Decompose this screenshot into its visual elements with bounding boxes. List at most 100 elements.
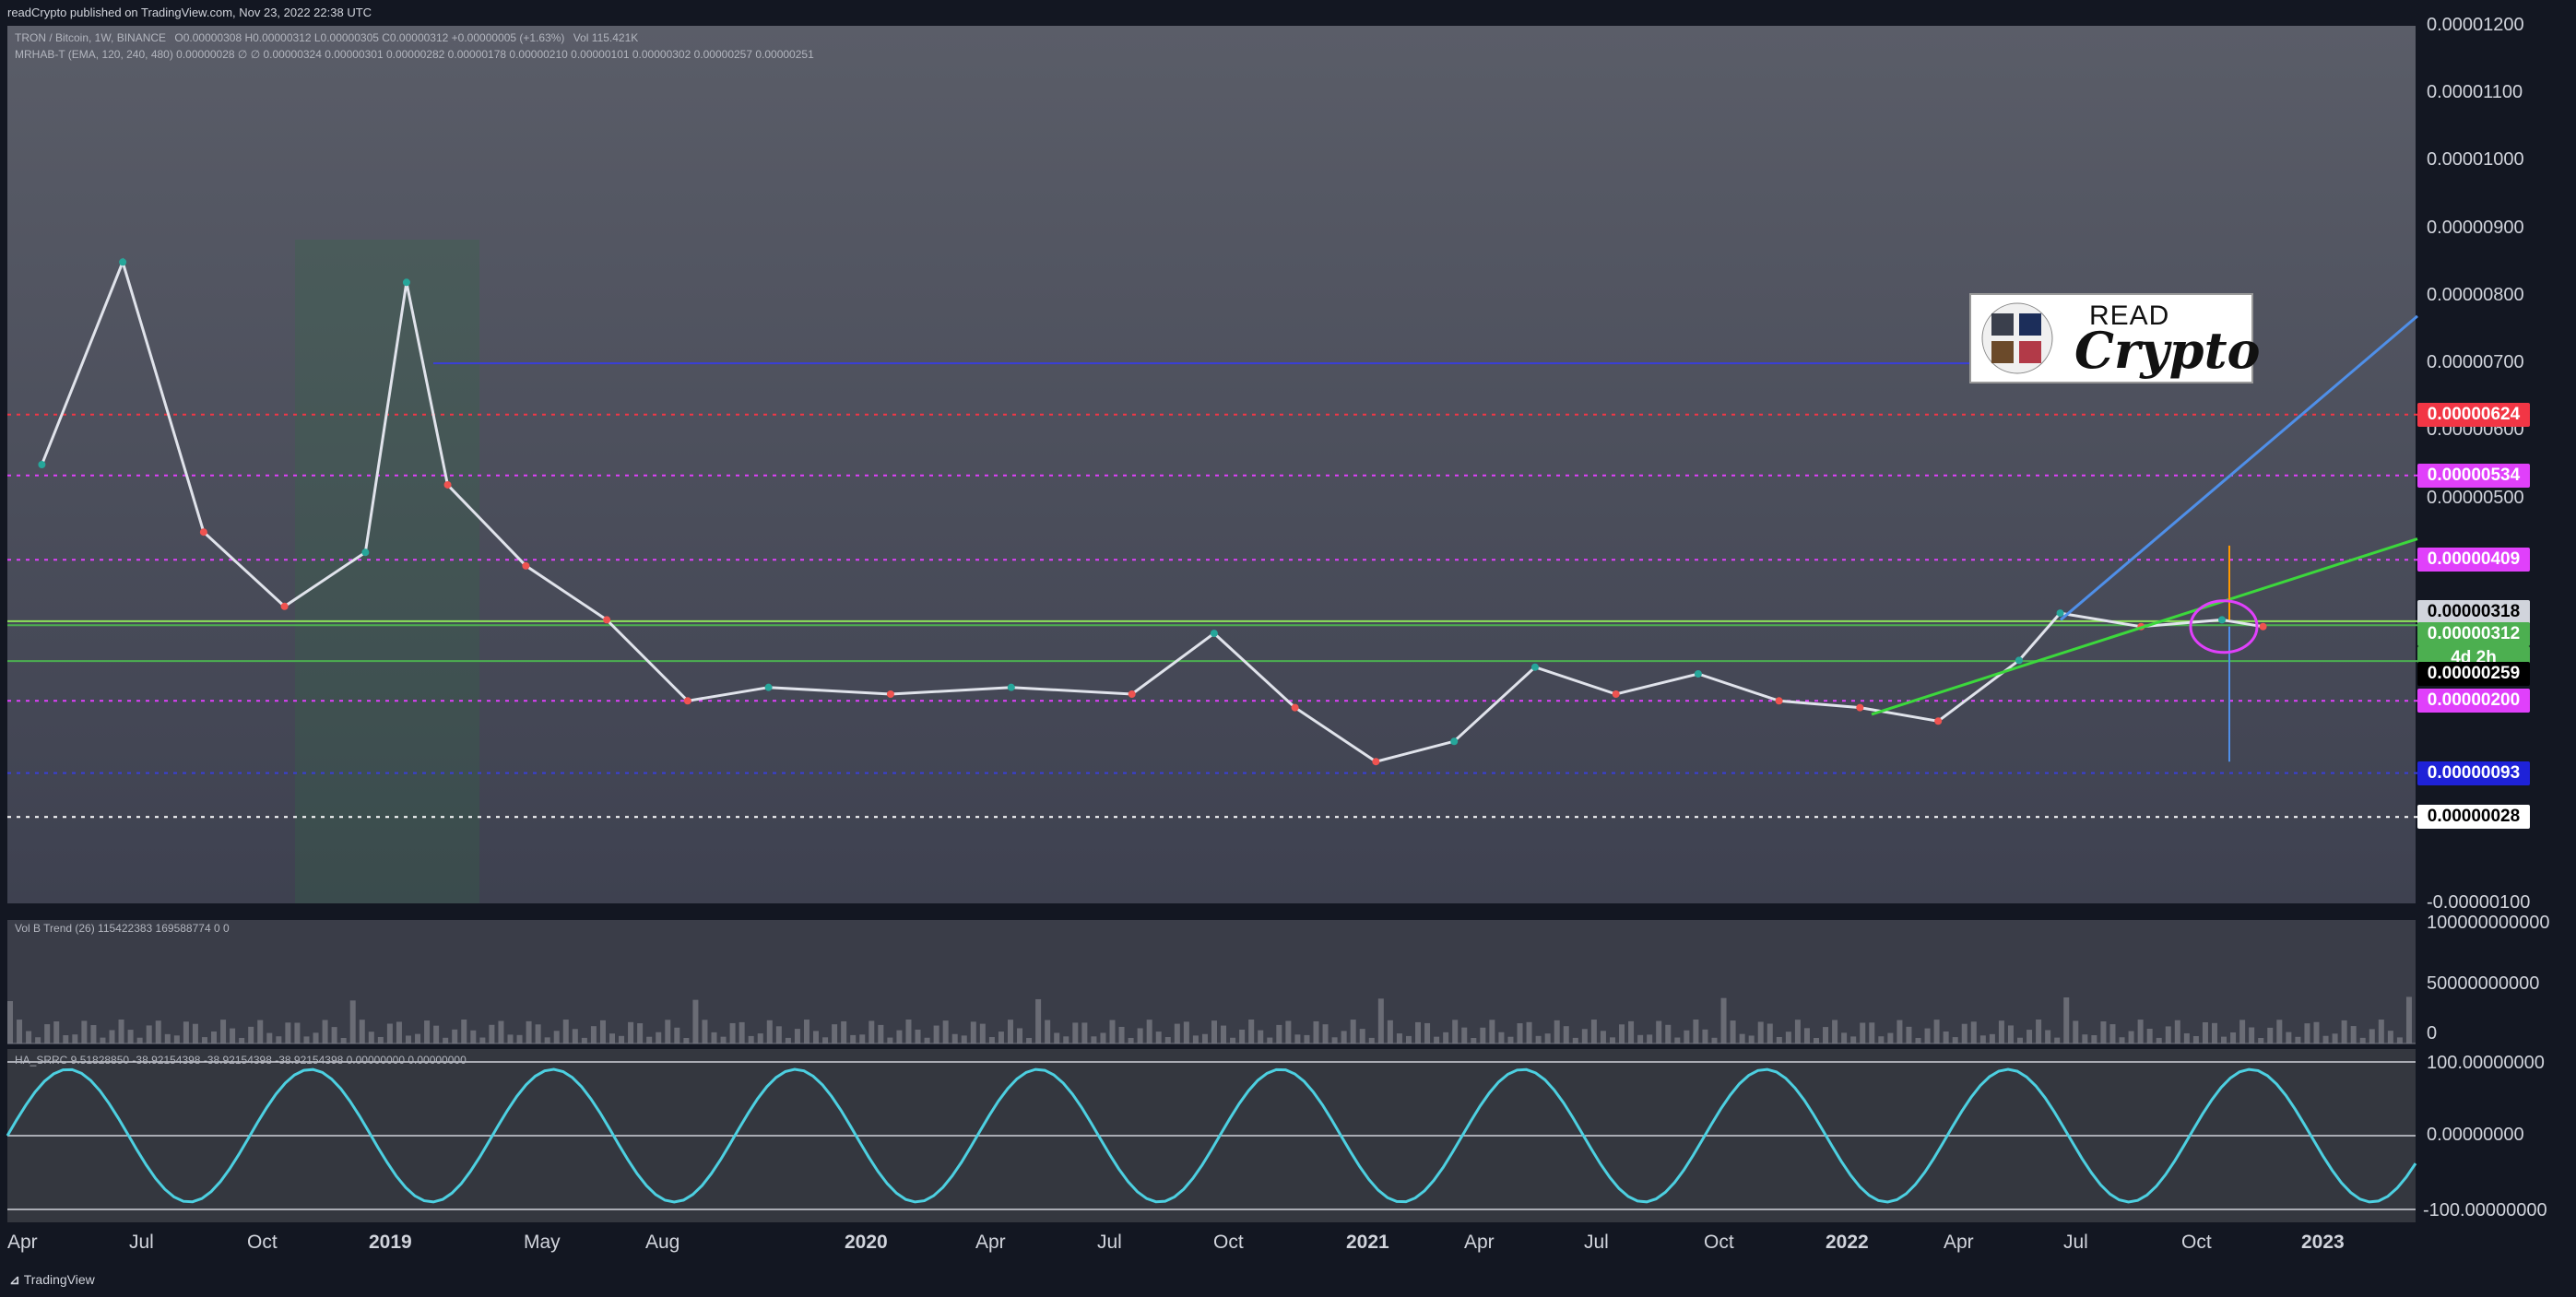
volume-bar [599, 1020, 606, 1043]
volume-bar [1221, 1025, 1227, 1043]
volume-bar [1258, 1030, 1264, 1043]
volume-bar [1869, 1022, 1875, 1043]
volume-bar [1350, 1020, 1356, 1043]
volume-bar [1757, 1021, 1764, 1043]
price-point [2218, 616, 2227, 624]
volume-bar [146, 1025, 152, 1043]
volume-bar [1341, 1031, 1347, 1043]
volume-bar [2073, 1020, 2079, 1043]
price-axis-tick: 0.00000900 [2427, 217, 2524, 238]
time-axis-label: Jul [2063, 1232, 2088, 1253]
volume-bar [1970, 1021, 1977, 1043]
volume-bar [794, 1029, 800, 1043]
volume-bar [248, 1026, 254, 1043]
volume-bar [1434, 1036, 1440, 1043]
volume-bar [26, 1031, 32, 1043]
volume-bar [2378, 1020, 2384, 1043]
symbol-label[interactable]: TRON / Bitcoin, 1W, BINANCE [15, 31, 166, 44]
volume-bar [2054, 1037, 2061, 1043]
volume-bar [1814, 1037, 1819, 1043]
volume-bar [915, 1029, 921, 1043]
volume-bar [1137, 1028, 1143, 1043]
volume-bar [2258, 1037, 2264, 1043]
price-axis-tick: 0.00000800 [2427, 284, 2524, 305]
volume-bar [1443, 1032, 1449, 1043]
volume-bar [2359, 1037, 2366, 1043]
price-axis-tick: 0.00001100 [2427, 82, 2523, 103]
volume-bar [609, 1033, 615, 1043]
volume-bar [905, 1020, 912, 1043]
volume-bar [1183, 1021, 1189, 1043]
volume-bar [757, 1033, 763, 1043]
volume-bar [1498, 1032, 1505, 1043]
volume-bar [628, 1021, 634, 1043]
volume-bar [1572, 1037, 1578, 1043]
volume-bar [1711, 1037, 1718, 1043]
volume-bar [2017, 1037, 2024, 1043]
volume-bar [192, 1023, 198, 1043]
volume-bar [2239, 1020, 2246, 1043]
volume-bar [183, 1021, 189, 1043]
volume-bar [1656, 1020, 1662, 1043]
price-axis-tick: 0.00000700 [2427, 352, 2524, 373]
price-point [1007, 683, 1015, 691]
volume-bar [1517, 1023, 1523, 1043]
volume-bar [44, 1024, 51, 1043]
volume-bar [1276, 1024, 1282, 1043]
volume-bar [2007, 1025, 2014, 1043]
volume-bar [1109, 1020, 1116, 1043]
volume-bar [535, 1024, 541, 1043]
volume-bar [1952, 1037, 1958, 1043]
volume-bar [415, 1033, 421, 1043]
volume-bar [1776, 1036, 1782, 1043]
volume-bar [970, 1021, 976, 1043]
volume-bar [2063, 997, 2070, 1043]
indicator-legend[interactable]: MRHAB-T (EMA, 120, 240, 480) 0.00000028 … [15, 48, 814, 61]
volume-bar [2174, 1020, 2180, 1043]
volume-bar [433, 1025, 440, 1043]
volume-bar [2165, 1026, 2171, 1043]
price-point [1128, 690, 1136, 698]
price-box-2: 0.00000409 [2417, 548, 2530, 572]
volume-bar [720, 1036, 727, 1043]
oscillator-legend[interactable]: HA_SRRC 9.51828850 -38.92154398 -38.9215… [15, 1054, 467, 1067]
volume-bar [1146, 1020, 1152, 1043]
volume-bar [896, 1030, 903, 1043]
price-box-7: 0.00000200 [2417, 689, 2530, 713]
volume-bar [63, 1034, 69, 1043]
volume-bar [1239, 1029, 1246, 1043]
price-point [1530, 663, 1539, 671]
volume-bar [2128, 1031, 2134, 1043]
volume-bar [2091, 1034, 2097, 1043]
volume-bar [1823, 1027, 1829, 1043]
volume-bar [2036, 1020, 2042, 1043]
volume-bar [2387, 1031, 2393, 1043]
price-point [603, 616, 611, 624]
time-axis-label: May [524, 1232, 561, 1253]
vol-trend-legend[interactable]: Vol B Trend (26) 115422383 169588774 0 0 [15, 922, 230, 935]
volume-bar [1767, 1023, 1773, 1043]
osc-axis-zero: 0.00000000 [2427, 1125, 2524, 1145]
volume-bar [1730, 1020, 1736, 1043]
volume-bar [2295, 1036, 2301, 1043]
volume-bar [581, 1037, 587, 1043]
volume-bar [1164, 1037, 1171, 1043]
volume-bar [1396, 1033, 1402, 1043]
volume-bar [526, 1020, 532, 1043]
volume-bar [100, 1037, 106, 1043]
volume-bar [1887, 1032, 1894, 1043]
volume-bar [81, 1020, 88, 1043]
volume-bar [803, 1020, 809, 1043]
volume-bar [1841, 1032, 1848, 1043]
volume-bar [1091, 1036, 1097, 1043]
volume-bar [1507, 1036, 1514, 1043]
price-box-6: 0.00000259 [2417, 662, 2530, 687]
volume-bar [377, 1036, 384, 1043]
volume-bar [637, 1023, 644, 1043]
price-point [1372, 758, 1380, 766]
price-point [2056, 609, 2064, 618]
tradingview-footer[interactable]: ⊿ TradingView [9, 1272, 95, 1288]
chart-canvas[interactable] [0, 0, 2576, 1297]
volume-bar [349, 1000, 356, 1043]
volume-bar [1933, 1020, 1940, 1043]
